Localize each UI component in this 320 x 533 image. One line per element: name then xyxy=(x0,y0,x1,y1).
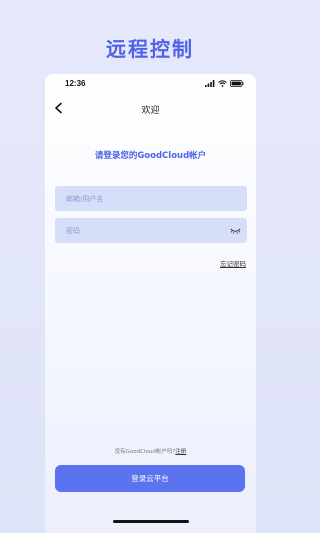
signal-icon xyxy=(205,80,215,87)
login-subtitle: 请登录您的GoodCloud帐户 xyxy=(94,151,207,161)
wifi-icon xyxy=(218,80,227,87)
status-bar: 12:36 xyxy=(45,74,256,94)
login-button[interactable]: 登录云平台 xyxy=(55,465,245,492)
promo-headline: 远程控制 xyxy=(106,37,194,61)
eye-off-icon[interactable] xyxy=(230,226,241,235)
password-input[interactable] xyxy=(55,218,247,244)
battery-icon xyxy=(230,80,244,87)
username-field[interactable] xyxy=(55,186,247,212)
forgot-password-link[interactable]: 忘记密码 xyxy=(220,258,246,268)
nav-title: 欢迎 xyxy=(141,106,160,116)
nav-bar: 欢迎 xyxy=(45,98,256,118)
home-indicator xyxy=(113,520,189,523)
register-link[interactable]: 注册 xyxy=(175,449,186,455)
phone-screen: 12:36 欢迎 请登录您的GoodCloud帐户 邮箱/用户名 忘记密码 没有… xyxy=(45,74,256,533)
register-prompt-text: 没有GoodCloud帐户吗? xyxy=(114,449,176,455)
status-icons xyxy=(205,80,244,87)
password-field[interactable] xyxy=(55,218,247,244)
username-input[interactable] xyxy=(55,186,247,212)
status-time: 12:36 xyxy=(65,79,86,88)
register-prompt: 没有GoodCloud帐户吗?注册 xyxy=(45,447,256,455)
